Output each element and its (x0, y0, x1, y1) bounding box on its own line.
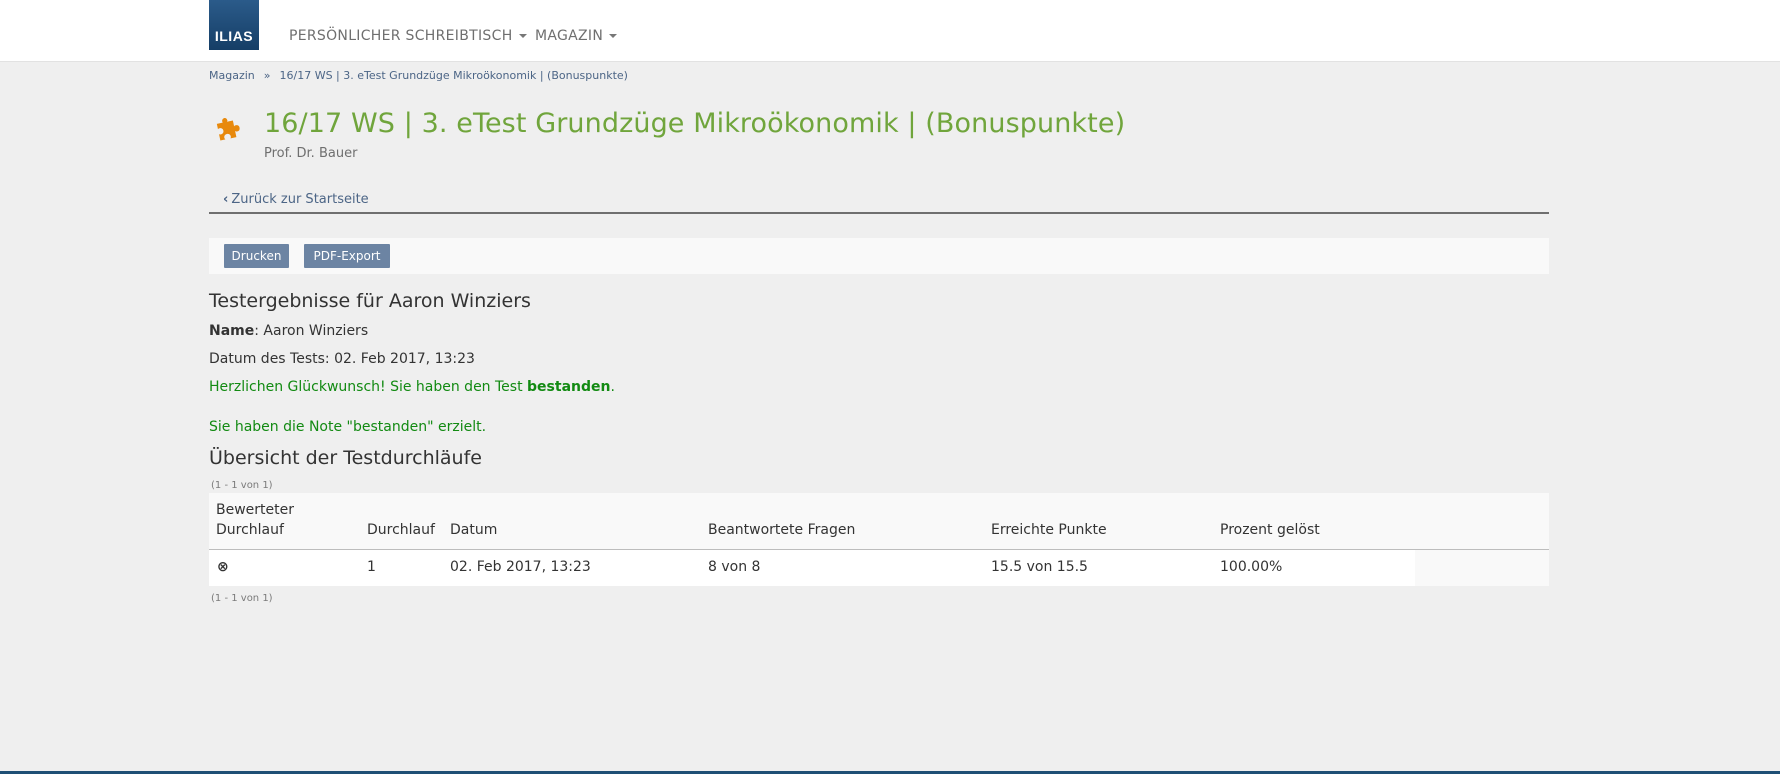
back-link-label: Zurück zur Startseite (231, 192, 369, 207)
back-to-start-link[interactable]: ‹ Zurück zur Startseite (223, 192, 369, 207)
nav-personal-desktop[interactable]: PERSÖNLICHER SCHREIBTISCH (289, 28, 527, 44)
table-row: ⊗ 1 02. Feb 2017, 13:23 8 von 8 15.5 von… (209, 550, 1549, 586)
congrats-prefix: Herzlichen Glückwunsch! Sie haben den Te… (209, 379, 528, 395)
puzzle-icon (216, 118, 240, 141)
breadcrumb-item-test[interactable]: 16/17 WS | 3. eTest Grundzüge Mikroökono… (280, 69, 628, 82)
congrats-suffix: . (610, 379, 615, 395)
column-header-run[interactable]: Durchlauf (367, 520, 435, 540)
name-label: Name (209, 323, 255, 339)
column-header-percent[interactable]: Prozent gelöst (1220, 520, 1320, 540)
pdf-export-button[interactable]: PDF-Export (304, 244, 390, 268)
pager-top: (1 - 1 von 1) (211, 480, 273, 491)
column-header-scored-run[interactable]: Bewerteter Durchlauf (216, 500, 294, 540)
test-date-line: Datum des Tests: 02. Feb 2017, 13:23 (209, 351, 475, 367)
scored-run-icon: ⊗ (217, 559, 229, 575)
caret-down-icon (518, 34, 527, 38)
cell-percent: 100.00% (1220, 559, 1283, 575)
page-subtitle: Prof. Dr. Bauer (264, 146, 358, 161)
nav-repository-label: MAGAZIN (535, 28, 604, 44)
name-value: : Aaron Winziers (254, 323, 369, 339)
column-header-scored-run-line1: Bewerteter (216, 502, 294, 518)
breadcrumb-item-magazin[interactable]: Magazin (209, 69, 255, 82)
overview-heading: Übersicht der Testdurchläufe (209, 447, 482, 469)
congrats-passed: bestanden (527, 379, 611, 395)
cell-answered: 8 von 8 (708, 559, 761, 575)
name-line: Name: Aaron Winziers (209, 323, 368, 339)
test-runs-table: Bewerteter Durchlauf Durchlauf Datum Bea… (209, 493, 1549, 604)
column-header-answered[interactable]: Beantwortete Fragen (708, 520, 855, 540)
column-header-points[interactable]: Erreichte Punkte (991, 520, 1107, 540)
table-header: Bewerteter Durchlauf Durchlauf Datum Bea… (209, 493, 1549, 550)
breadcrumb-separator: » (263, 69, 271, 82)
breadcrumb: Magazin » 16/17 WS | 3. eTest Grundzüge Mi… (209, 69, 628, 82)
chevron-left-icon: ‹ (223, 192, 229, 207)
back-tab-bar: ‹ Zurück zur Startseite (209, 186, 1549, 214)
cell-run: 1 (367, 559, 376, 575)
grade-message: Sie haben die Note "bestanden" erzielt. (209, 419, 487, 435)
congrats-message: Herzlichen Glückwunsch! Sie haben den Te… (209, 379, 615, 395)
column-header-date[interactable]: Datum (450, 520, 497, 540)
top-navigation-bar: ILIAS PERSÖNLICHER SCHREIBTISCH MAGAZIN (0, 0, 1780, 62)
cell-points: 15.5 von 15.5 (991, 559, 1088, 575)
row-actions-cell (1415, 550, 1549, 586)
cell-date: 02. Feb 2017, 13:23 (450, 559, 591, 575)
print-button[interactable]: Drucken (224, 244, 289, 268)
column-header-scored-run-line2: Durchlauf (216, 522, 284, 538)
caret-down-icon (609, 34, 618, 38)
nav-repository[interactable]: MAGAZIN (535, 28, 618, 44)
pager-bottom: (1 - 1 von 1) (211, 593, 273, 604)
results-heading: Testergebnisse für Aaron Winziers (209, 290, 531, 312)
page-title: 16/17 WS | 3. eTest Grundzüge Mikroökono… (264, 108, 1126, 139)
nav-personal-desktop-label: PERSÖNLICHER SCHREIBTISCH (289, 28, 513, 44)
ilias-logo[interactable]: ILIAS (209, 0, 259, 50)
action-toolbar: Drucken PDF-Export (209, 238, 1549, 274)
